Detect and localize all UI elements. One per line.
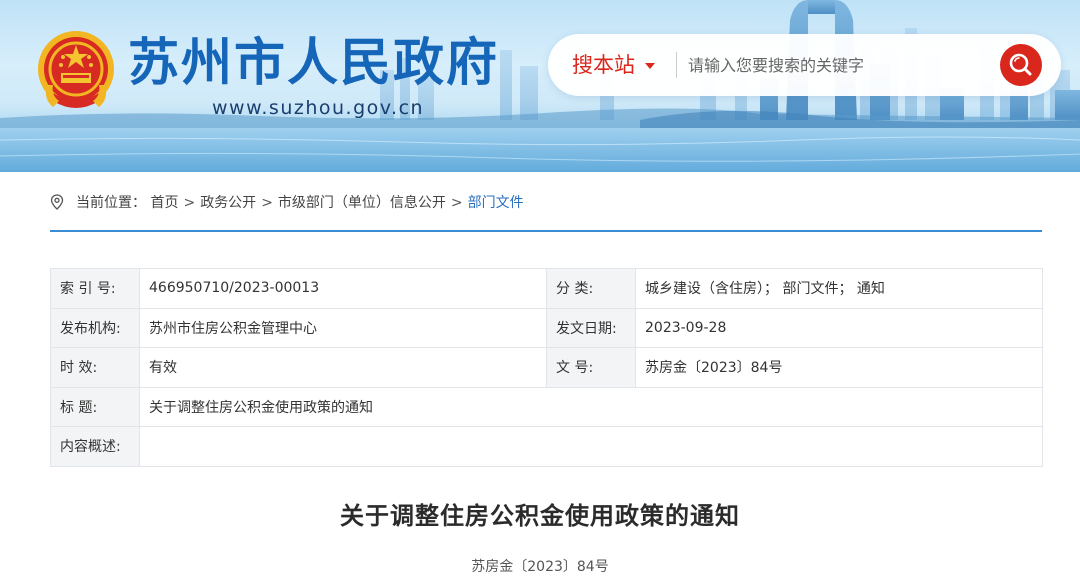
breadcrumb-separator: > [183, 195, 196, 211]
validity-label: 时 效: [50, 347, 140, 388]
search-input[interactable] [688, 49, 988, 81]
category-value: 城乡建设（含住房）； 部门文件； 通知 [635, 268, 1043, 309]
search-divider [676, 52, 677, 78]
breadcrumb-prefix: 当前位置： [76, 195, 146, 211]
document-number-value: 苏房金〔2023〕84号 [635, 347, 1043, 388]
category-label: 分 类: [546, 268, 636, 309]
search-scope-label: 搜本站 [572, 53, 635, 77]
summary-value [139, 426, 1043, 467]
article-title: 关于调整住房公积金使用政策的通知 [340, 502, 740, 530]
breadcrumb-separator: > [450, 195, 463, 211]
table-row: 时 效: 有效 文 号: 苏房金〔2023〕84号 [50, 347, 1043, 388]
breadcrumb-municipal-departments[interactable]: 市级部门（单位）信息公开 [278, 195, 446, 211]
index-number-value: 466950710/2023-00013 [139, 268, 547, 309]
document-info-table: 索 引 号: 466950710/2023-00013 分 类: 城乡建设（含住… [50, 268, 1043, 467]
article-document-number: 苏房金〔2023〕84号 [471, 559, 609, 575]
summary-label: 内容概述: [50, 426, 140, 467]
national-emblem-icon [38, 31, 114, 108]
search-scope-dropdown[interactable]: 搜本站 [572, 34, 655, 96]
publisher-label: 发布机构: [50, 307, 140, 348]
breadcrumb-separator: > [261, 195, 273, 211]
issue-date-label: 发文日期: [546, 307, 636, 348]
search-bar: 搜本站 [548, 34, 1061, 96]
search-button[interactable] [1000, 44, 1042, 86]
table-row: 内容概述: [50, 426, 1043, 467]
caret-down-icon [645, 63, 655, 69]
breadcrumb-department-documents[interactable]: 部门文件 [468, 195, 524, 211]
breadcrumb-divider [50, 230, 1042, 232]
publisher-value: 苏州市住房公积金管理中心 [139, 307, 547, 348]
table-row: 发布机构: 苏州市住房公积金管理中心 发文日期: 2023-09-28 [50, 307, 1043, 348]
title-label: 标 题: [50, 386, 140, 427]
site-url: www.suzhou.gov.cn [212, 97, 425, 119]
location-pin-icon [50, 194, 64, 210]
table-row: 标 题: 关于调整住房公积金使用政策的通知 [50, 386, 1043, 427]
table-row: 索 引 号: 466950710/2023-00013 分 类: 城乡建设（含住… [50, 268, 1043, 309]
issue-date-value: 2023-09-28 [635, 307, 1043, 348]
breadcrumb: 当前位置： 首页 > 政务公开 > 市级部门（单位）信息公开 > 部门文件 [50, 191, 524, 215]
site-title: 苏州市人民政府 [128, 34, 500, 93]
title-value: 关于调整住房公积金使用政策的通知 [139, 386, 1043, 427]
document-number-label: 文 号: [546, 347, 636, 388]
validity-value: 有效 [139, 347, 547, 388]
header-banner: 苏州市人民政府 www.suzhou.gov.cn 搜本站 [0, 0, 1080, 172]
breadcrumb-home[interactable]: 首页 [150, 195, 178, 211]
breadcrumb-government-affairs[interactable]: 政务公开 [200, 195, 256, 211]
search-icon [1009, 53, 1032, 76]
index-number-label: 索 引 号: [50, 268, 140, 309]
